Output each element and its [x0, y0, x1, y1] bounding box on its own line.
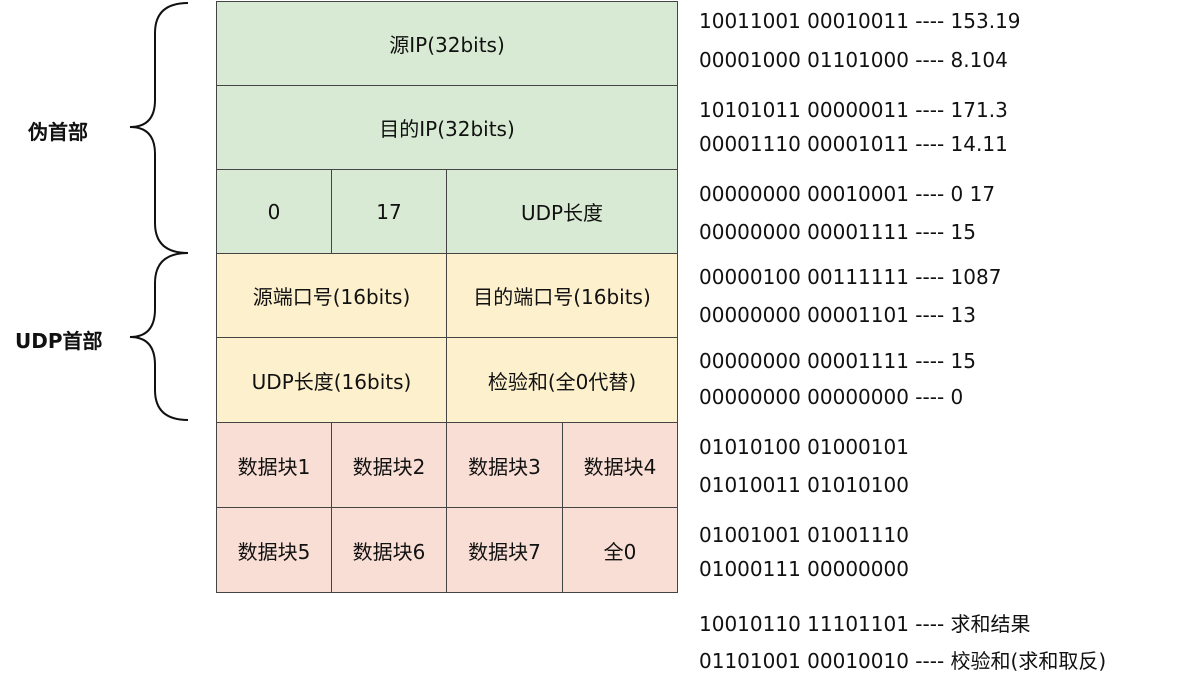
data-block-cell: 数据块1 — [216, 422, 332, 508]
data-block-cell: 数据块3 — [446, 422, 563, 508]
binary-row: 00000100 00111111 ---- 1087 — [699, 265, 1002, 289]
data-block-cell: 数据块5 — [216, 507, 332, 593]
binary-row: 10101011 00000011 ---- 171.3 — [699, 98, 1008, 122]
udp-header-label: UDP首部 — [15, 329, 103, 353]
udp-length-cell: UDP长度 — [446, 169, 678, 254]
binary-row: 00000000 00001111 ---- 15 — [699, 220, 976, 244]
binary-row: 00001110 00001011 ---- 14.11 — [699, 132, 1008, 156]
binary-row: 01010100 01000101 — [699, 435, 909, 459]
binary-row: 00001000 01101000 ---- 8.104 — [699, 48, 1008, 72]
protocol-cell: 17 — [331, 169, 447, 254]
checksum-cell: 检验和(全0代替) — [446, 337, 678, 423]
binary-row: 01001001 01001110 — [699, 523, 909, 547]
pseudo-header-brace — [129, 2, 189, 254]
binary-row: 10011001 00010011 ---- 153.19 — [699, 9, 1021, 33]
checksum-result-row: 01101001 00010010 ---- 校验和(求和取反) — [699, 649, 1107, 673]
zero-cell: 0 — [216, 169, 332, 254]
zero-padding-cell: 全0 — [562, 507, 678, 593]
data-block-cell: 数据块6 — [331, 507, 447, 593]
source-port-cell: 源端口号(16bits) — [216, 253, 447, 338]
binary-row: 00000000 00010001 ---- 0 17 — [699, 182, 996, 206]
binary-row: 00000000 00001111 ---- 15 — [699, 349, 976, 373]
binary-row: 01000111 00000000 — [699, 557, 909, 581]
udp-length-16-cell: UDP长度(16bits) — [216, 337, 447, 423]
pseudo-header-label: 伪首部 — [28, 120, 88, 144]
destination-port-cell: 目的端口号(16bits) — [446, 253, 678, 338]
binary-row: 00000000 00001101 ---- 13 — [699, 303, 976, 327]
data-block-cell: 数据块2 — [331, 422, 447, 508]
udp-header-brace — [129, 252, 189, 421]
destination-ip-cell: 目的IP(32bits) — [216, 85, 678, 170]
binary-row: 00000000 00000000 ---- 0 — [699, 385, 964, 409]
binary-row: 01010011 01010100 — [699, 473, 909, 497]
sum-result-row: 10010110 11101101 ---- 求和结果 — [699, 612, 1031, 636]
data-block-cell: 数据块4 — [562, 422, 678, 508]
data-block-cell: 数据块7 — [446, 507, 563, 593]
source-ip-cell: 源IP(32bits) — [216, 1, 678, 86]
